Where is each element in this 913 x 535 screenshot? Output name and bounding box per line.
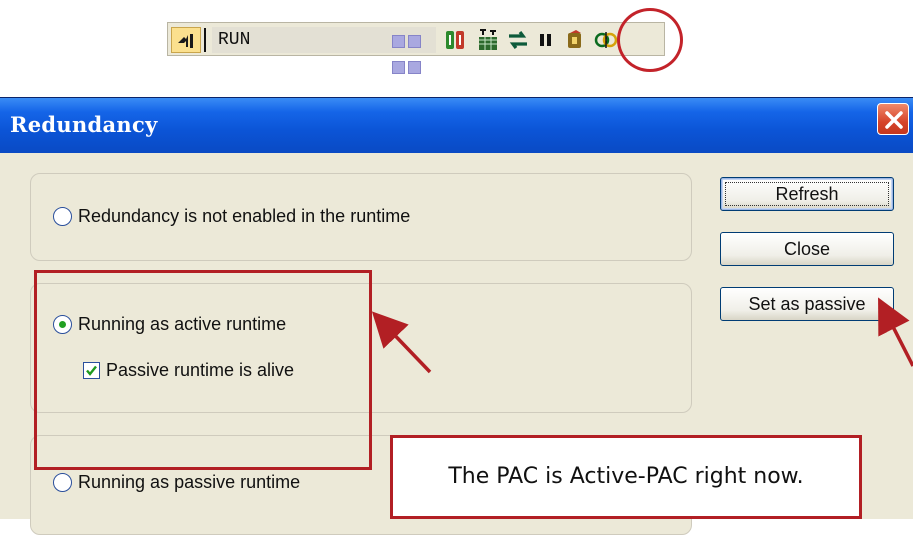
option-passive-runtime-label: Running as passive runtime <box>78 472 301 492</box>
runtime-toolbar: RUN <box>167 22 665 74</box>
status-led <box>408 61 421 74</box>
dialog-titlebar: Redundancy <box>0 98 913 153</box>
status-leds <box>392 32 436 84</box>
redundancy-icon-highlight <box>617 8 683 72</box>
active-runtime-highlight-box <box>34 270 372 470</box>
refresh-button[interactable]: Refresh <box>720 177 894 211</box>
option-not-enabled[interactable]: Redundancy is not enabled in the runtime <box>53 206 410 227</box>
refresh-icon[interactable] <box>506 28 530 52</box>
status-led <box>408 35 421 48</box>
run-icon[interactable] <box>444 28 468 52</box>
status-led <box>392 61 405 74</box>
set-as-passive-button-label: Set as passive <box>748 294 866 314</box>
dialog-title: Redundancy <box>10 112 158 137</box>
radio-passive-runtime[interactable] <box>53 473 72 492</box>
online-mode-icon <box>178 34 193 48</box>
callout-text: The PAC is Active-PAC right now. <box>448 464 804 489</box>
option-not-enabled-label: Redundancy is not enabled in the runtime <box>78 206 411 226</box>
close-button-label: Close <box>783 239 831 259</box>
stop-icon[interactable] <box>563 28 587 52</box>
cycle-settings-icon[interactable] <box>476 28 500 52</box>
option-passive-runtime[interactable]: Running as passive runtime <box>53 472 300 493</box>
close-button[interactable]: Close <box>720 232 894 266</box>
status-led <box>392 35 405 48</box>
focus-rectangle <box>725 182 889 206</box>
pause-icon[interactable] <box>534 28 558 52</box>
group-not-enabled: Redundancy is not enabled in the runtime <box>30 173 692 261</box>
runtime-status-text: RUN <box>218 30 251 50</box>
set-as-passive-button[interactable]: Set as passive <box>720 287 894 321</box>
radio-not-enabled[interactable] <box>53 207 72 226</box>
online-mode-button[interactable] <box>171 27 201 53</box>
annotation-callout: The PAC is Active-PAC right now. <box>390 435 862 519</box>
runtime-status-field: RUN <box>212 27 436 74</box>
redundancy-icon[interactable] <box>594 28 618 52</box>
toolbar-separator <box>204 28 206 52</box>
close-icon[interactable] <box>877 103 909 135</box>
